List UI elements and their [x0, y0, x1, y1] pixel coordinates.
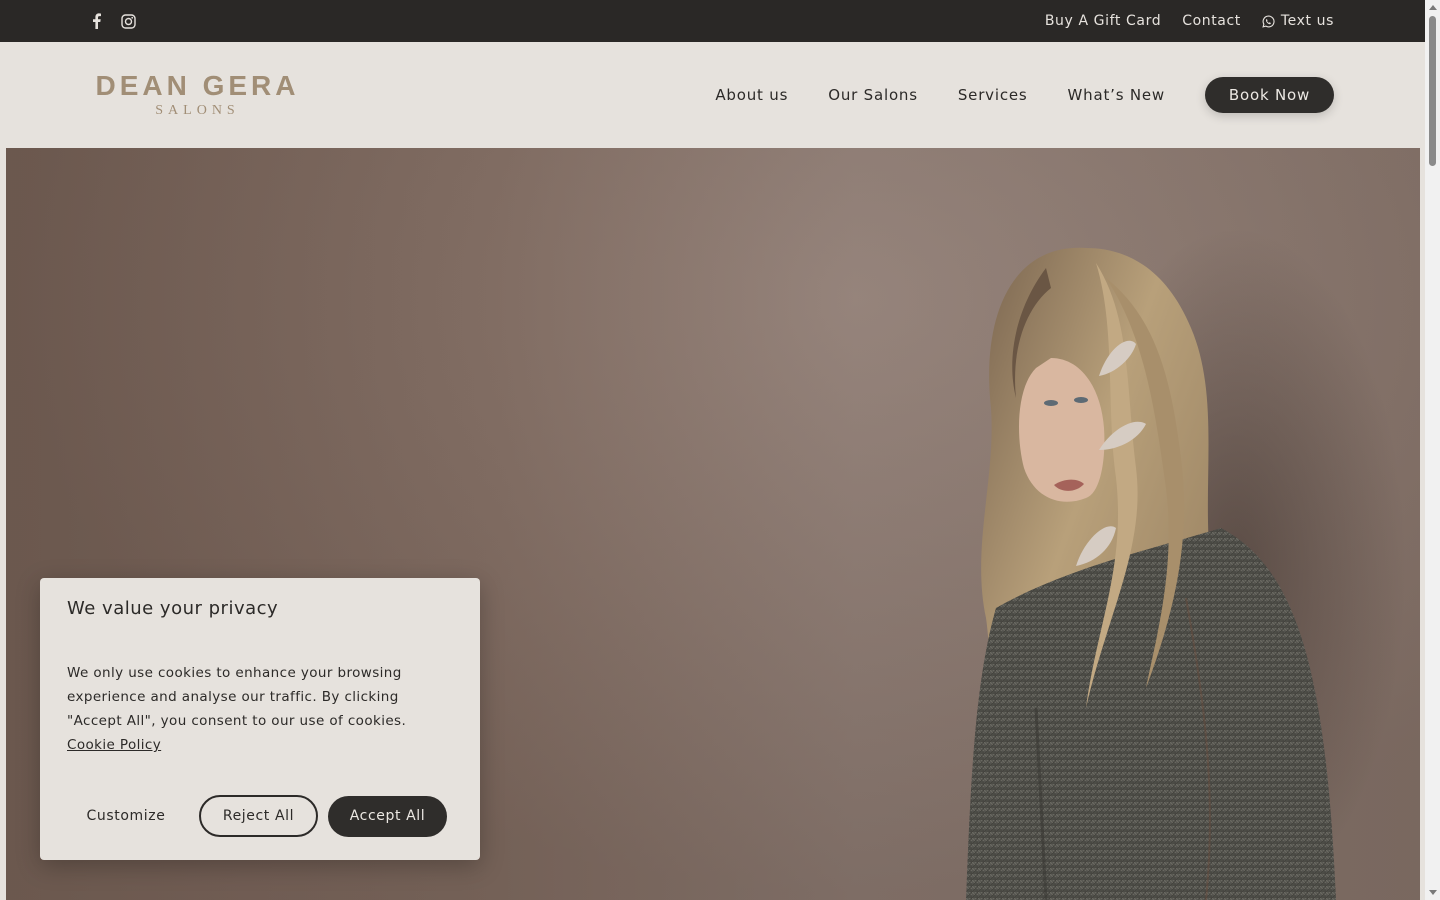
nav-services[interactable]: Services — [958, 86, 1028, 104]
main-nav: About us Our Salons Services What’s New … — [675, 77, 1334, 113]
gift-card-link[interactable]: Buy A Gift Card — [1045, 13, 1161, 29]
accept-all-button[interactable]: Accept All — [328, 795, 447, 837]
main-header: DEAN GERA SALONS About us Our Salons Ser… — [0, 42, 1425, 148]
top-bar: Buy A Gift Card Contact Text us — [0, 0, 1425, 42]
contact-link[interactable]: Contact — [1182, 13, 1241, 29]
top-links: Buy A Gift Card Contact Text us — [1045, 13, 1334, 29]
scroll-down-arrow[interactable] — [1429, 890, 1437, 895]
reject-all-button[interactable]: Reject All — [199, 795, 318, 837]
nav-our-salons[interactable]: Our Salons — [828, 86, 918, 104]
logo-main-text: DEAN GERA — [95, 70, 300, 101]
cookie-text: We only use cookies to enhance your brow… — [67, 665, 407, 729]
cookie-banner: We value your privacy We only use cookie… — [40, 578, 480, 860]
whatsapp-icon — [1262, 15, 1275, 28]
page-scrollbar[interactable] — [1425, 0, 1440, 900]
book-now-button[interactable]: Book Now — [1205, 77, 1334, 113]
instagram-icon[interactable] — [120, 13, 136, 29]
cookie-title: We value your privacy — [67, 598, 279, 619]
customize-button[interactable]: Customize — [63, 795, 189, 837]
logo[interactable]: DEAN GERA SALONS — [90, 72, 305, 118]
nav-whats-new[interactable]: What’s New — [1068, 86, 1165, 104]
cookie-actions: Customize Reject All Accept All — [67, 795, 447, 837]
social-links — [88, 13, 136, 29]
text-us-link[interactable]: Text us — [1262, 13, 1334, 29]
cookie-description: We only use cookies to enhance your brow… — [67, 661, 453, 757]
scroll-thumb[interactable] — [1429, 16, 1436, 166]
cookie-policy-link[interactable]: Cookie Policy — [67, 737, 161, 753]
logo-sub-text: SALONS — [155, 103, 240, 118]
facebook-icon[interactable] — [88, 13, 104, 29]
scroll-up-arrow[interactable] — [1429, 5, 1437, 10]
text-us-label: Text us — [1280, 13, 1334, 29]
nav-about[interactable]: About us — [715, 86, 788, 104]
